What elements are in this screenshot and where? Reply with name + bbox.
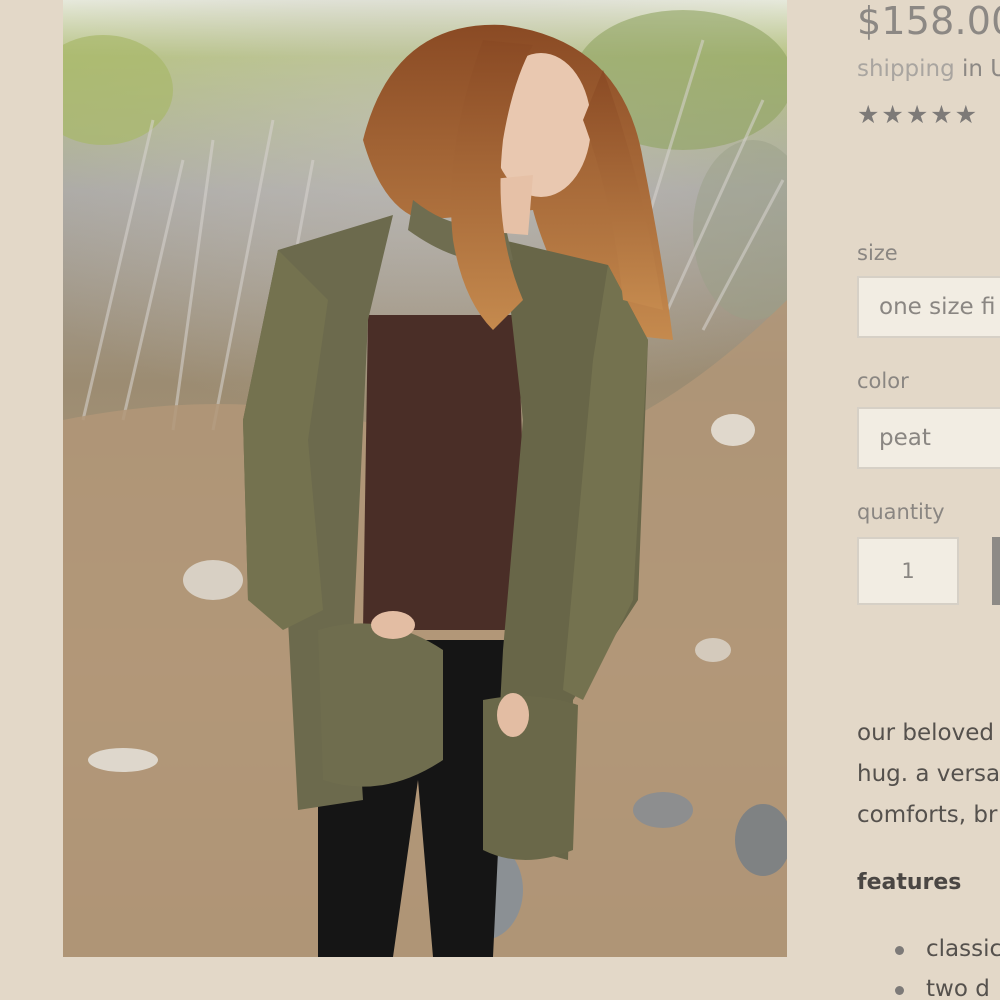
product-price: $158.00 (857, 0, 1000, 43)
shipping-note: shipping in U (857, 55, 1000, 83)
product-photo-illustration (63, 0, 787, 957)
description-line: our beloved (857, 720, 994, 746)
shipping-note-text: in U (962, 56, 1000, 82)
feature-item: classic (857, 929, 1000, 969)
quantity-input[interactable]: 1 (857, 537, 959, 605)
product-info-panel: $158.00 shipping in U ★★★★★ size one siz… (857, 0, 1000, 1000)
add-to-cart-button[interactable] (992, 537, 1000, 605)
product-photo[interactable] (63, 0, 787, 957)
description-line: hug. a versa (857, 761, 1000, 787)
features-heading: features (857, 870, 962, 895)
color-label: color (857, 369, 909, 393)
size-label: size (857, 241, 898, 265)
color-select[interactable]: peat (857, 407, 1000, 469)
description-line: comforts, br (857, 802, 998, 828)
product-description: our beloved hug. a versa comforts, br (857, 713, 1000, 836)
rating-stars[interactable]: ★★★★★ (857, 100, 979, 130)
size-select[interactable]: one size fi (857, 276, 1000, 338)
quantity-label: quantity (857, 500, 945, 524)
features-list: classic two d (857, 929, 1000, 1000)
shipping-link[interactable]: shipping (857, 56, 955, 82)
feature-item: two d (857, 969, 1000, 1000)
product-page: $158.00 shipping in U ★★★★★ size one siz… (0, 0, 1000, 1000)
